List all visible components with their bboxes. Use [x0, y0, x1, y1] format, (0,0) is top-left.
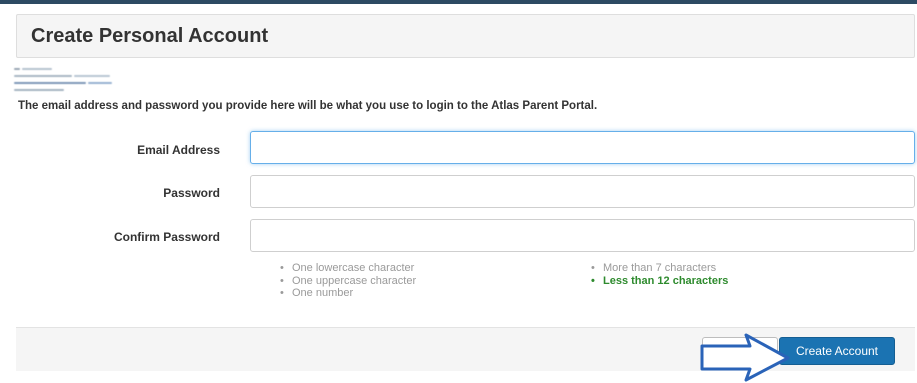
password-field[interactable] — [250, 175, 915, 208]
requirement-item: • One number — [280, 287, 354, 299]
password-requirements-right: • More than 7 characters • Less than 12 ch… — [591, 262, 728, 287]
top-accent-bar — [0, 0, 917, 4]
redacted-text — [14, 66, 124, 96]
pointer-arrow-icon — [700, 333, 790, 382]
email-label: Email Address — [137, 143, 220, 157]
requirement-item: • One uppercase character — [280, 274, 417, 287]
page-title: Create Personal Account — [31, 25, 269, 47]
confirm-password-label: Confirm Password — [113, 230, 220, 244]
requirement-item: • One lowercase character — [280, 262, 415, 274]
password-requirements-left: • One lowercase character • One uppercase … — [280, 262, 416, 300]
password-label: Password — [163, 186, 220, 200]
requirement-item-met: • Less than 12 characters — [591, 274, 729, 287]
panel-header: Create Personal Account — [16, 14, 915, 58]
requirement-item: • More than 7 characters — [591, 262, 717, 274]
create-account-button[interactable]: Create Account — [779, 337, 895, 365]
confirm-password-field[interactable] — [250, 219, 915, 252]
email-field[interactable] — [250, 131, 915, 164]
intro-text: The email address and password you provi… — [18, 100, 598, 112]
